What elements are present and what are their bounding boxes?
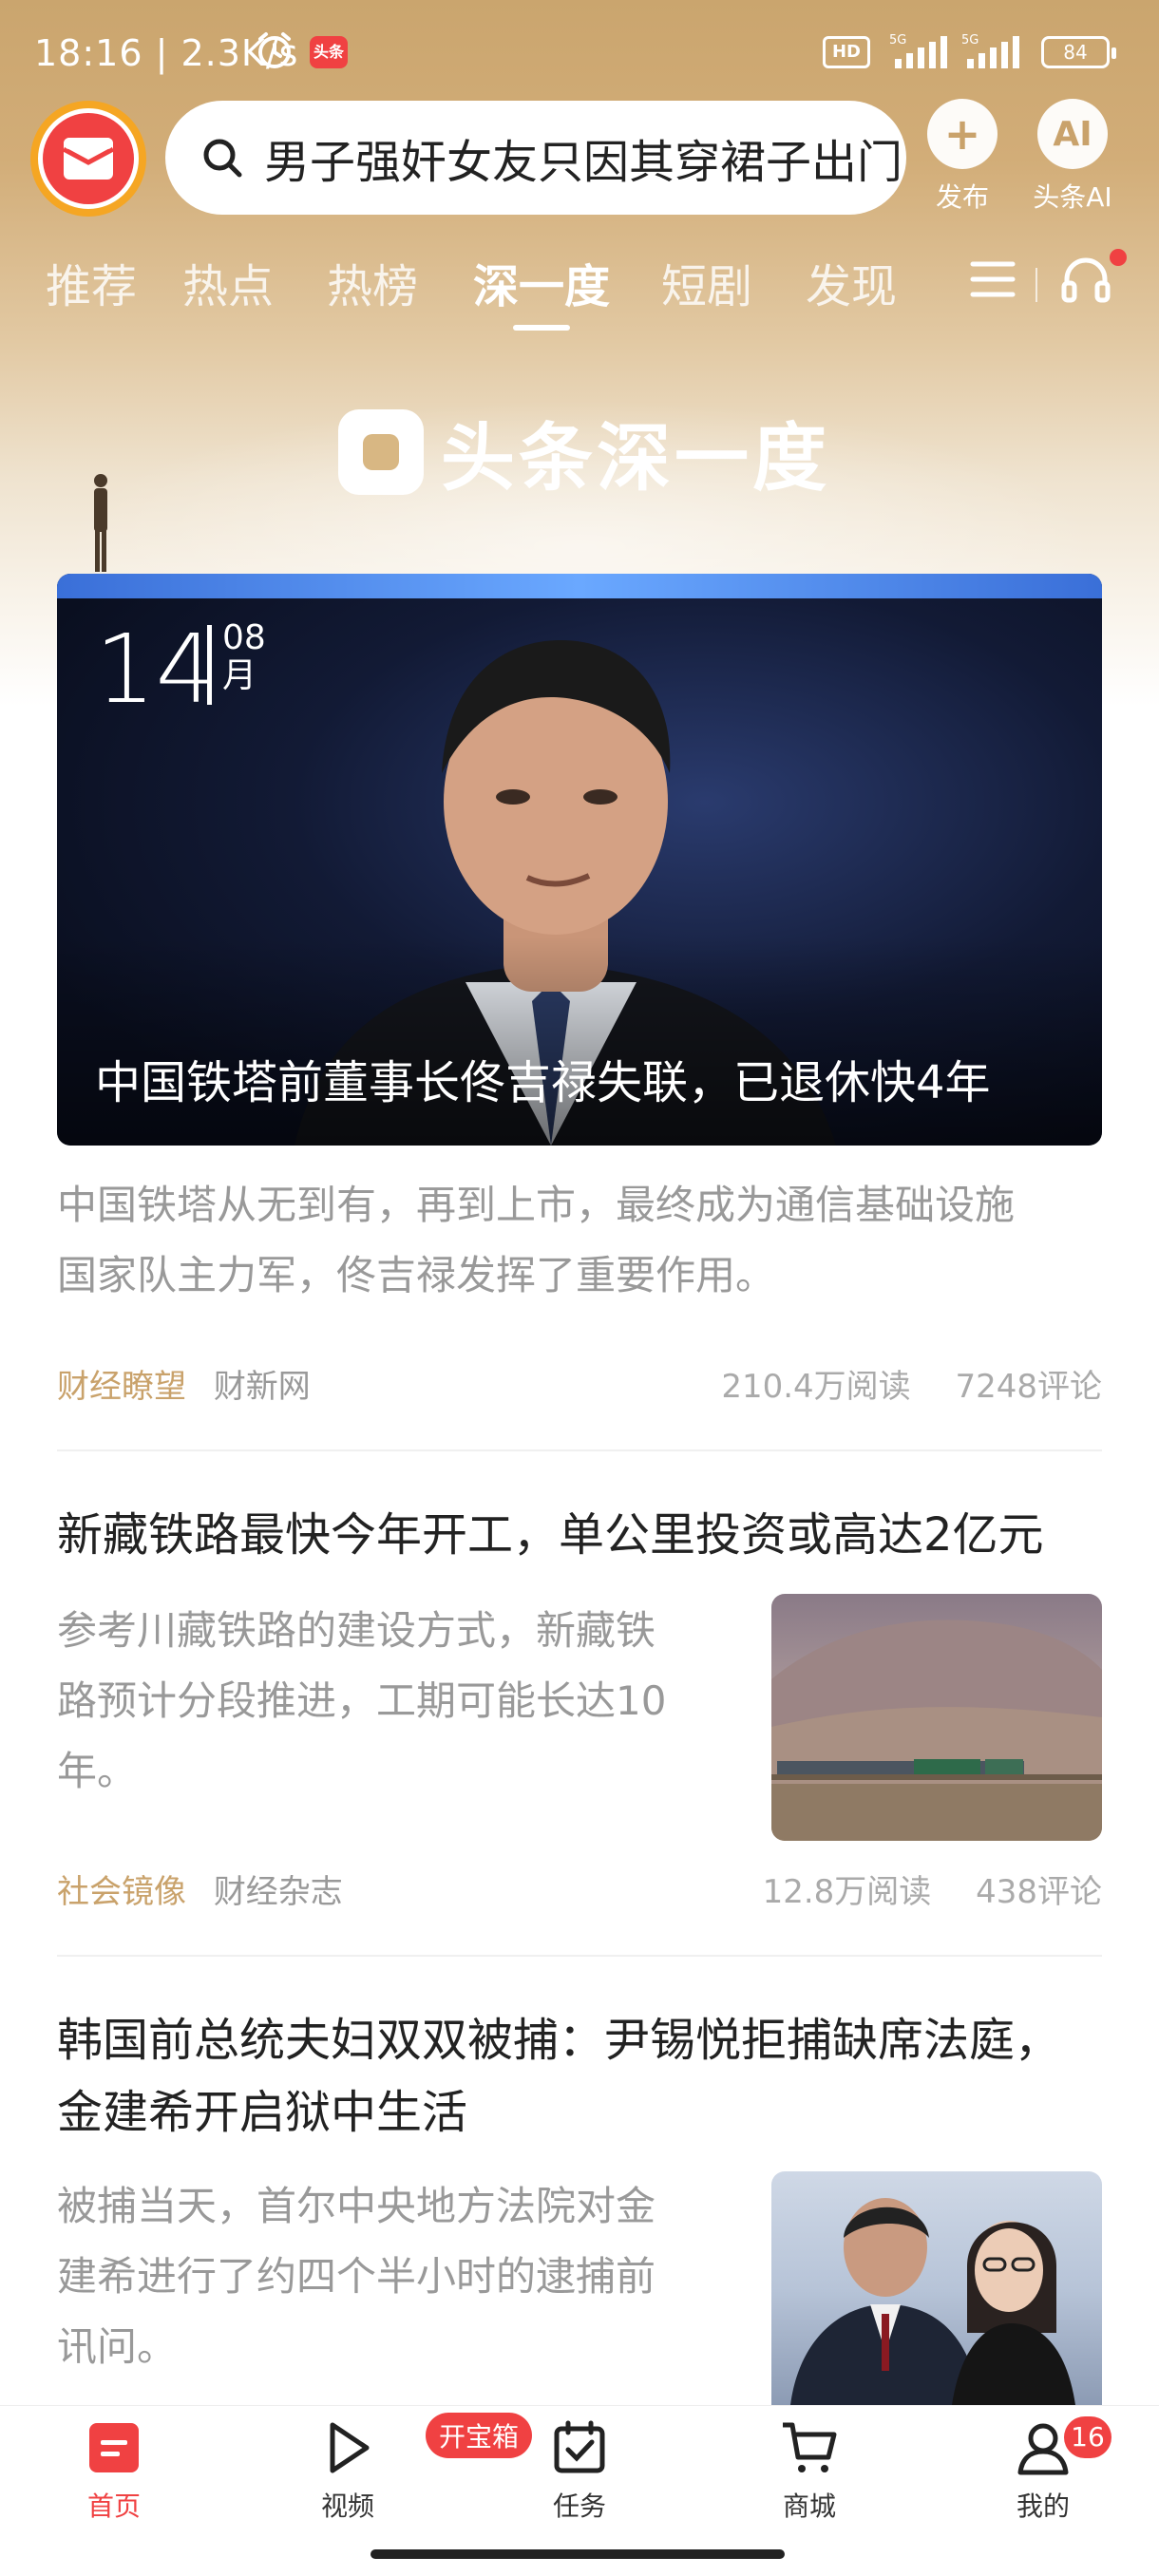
comment-count: 438评论 [976,1873,1102,1911]
home-icon [89,2423,139,2472]
nav-mine-label: 我的 [1016,2491,1070,2522]
notification-dot [1110,249,1127,266]
battery-icon: 84 [1041,36,1116,68]
summary-line: 路预计分段推进，工期可能长达10 [57,1677,667,1724]
tab-short-drama[interactable]: 短剧 [661,249,752,315]
date-month-number: 08 [222,618,266,657]
publish-label: 发布 [935,181,989,213]
deep-logo-icon [338,409,424,495]
search-icon [203,139,242,178]
task-check-icon [554,2420,605,2473]
tab-divider [1036,268,1037,302]
banner-title: 头条深一度 [441,416,831,502]
ai-icon: AI [1037,99,1108,169]
hero-caption: 中国铁塔前董事长佟吉禄失联，已退休快4年 [95,1056,991,1109]
date-separator [207,625,212,705]
comment-count: 7248评论 [955,1368,1102,1406]
summary-line: 建希进行了约四个半小时的逮捕前 [57,2253,656,2300]
tab-hot[interactable]: 热点 [182,249,274,315]
mine-notification-badge: 16 [1064,2416,1112,2458]
tab-discover[interactable]: 发现 [806,249,897,315]
signal-icon-1: 5G [889,33,947,68]
tab-deep[interactable]: 深一度 [473,249,610,315]
title-line: 金建希开启狱中生活 [57,2086,468,2139]
article-3-summary[interactable]: 被捕当天，首尔中央地方法院对金 建希进行了约四个半小时的逮捕前 讯问。 [57,2171,722,2382]
article-divider [57,1449,1102,1451]
summary-line: 国家队主力军，佟吉禄发挥了重要作用。 [57,1252,776,1298]
date-month: 08 月 [222,619,266,695]
summary-line: 被捕当天，首尔中央地方法院对金 [57,2183,656,2229]
couple-photo [790,2198,1075,2405]
article-category[interactable]: 财经瞭望 [57,1368,186,1406]
hd-icon: HD [823,36,870,68]
user-icon [1017,2423,1069,2475]
article-source[interactable]: 财经杂志 [214,1873,343,1911]
tab-recommend[interactable]: 推荐 [46,249,137,315]
red-envelope-icon [43,113,134,204]
toutiao-logo-button[interactable] [30,101,146,217]
article-divider [57,1955,1102,1957]
title-line: 韩国前总统夫妇双双被捕：尹锡悦拒捕缺席法庭， [57,2014,1061,2067]
nav-task[interactable]: 任务 [513,2419,646,2524]
summary-line: 年。 [57,1748,138,1794]
article-1-stats: 210.4万阅读 7248评论 [721,1360,1102,1407]
nav-mall-label: 商城 [782,2491,836,2522]
shopping-cart-icon [783,2422,837,2472]
article-2-summary[interactable]: 参考川藏铁路的建设方式，新藏铁 路预计分段推进，工期可能长达10 年。 [57,1596,722,1807]
headphone-icon[interactable] [1059,253,1112,306]
tab-hot-list[interactable]: 热榜 [327,249,418,315]
toutiao-ai-button[interactable]: AI 头条AI [1020,99,1125,215]
hero-shade [57,937,1102,1146]
toutiao-notification-icon: 头条 [310,36,348,68]
svg-text:5G: 5G [889,33,906,47]
search-input[interactable]: 男子强奸女友只因其穿裙子出门 [165,101,906,215]
nav-video-label: 视频 [320,2491,374,2522]
summary-line: 讯问。 [57,2323,178,2370]
article-2-thumbnail[interactable] [771,1594,1102,1841]
article-2-meta: 社会镜像 财经杂志 [57,1866,343,1912]
article-source[interactable]: 财新网 [214,1368,311,1406]
active-tab-indicator [513,325,570,331]
publish-button[interactable]: + 发布 [910,99,1015,215]
date-day: 14 [95,614,217,725]
home-indicator[interactable] [370,2549,785,2559]
article-1-summary[interactable]: 中国铁塔从无到有，再到上市，最终成为通信基础设施 国家队主力军，佟吉禄发挥了重要… [57,1170,1102,1311]
alarm-icon [258,32,291,68]
article-3-thumbnail[interactable] [771,2171,1102,2405]
nav-mall[interactable]: 商城 [743,2419,876,2524]
signal-icon-2: 5G [961,33,1019,68]
nav-home[interactable]: 首页 [48,2419,180,2524]
train-photo [771,1619,1102,1841]
statue-illustration [94,474,107,572]
treasure-box-badge[interactable]: 开宝箱 [426,2413,533,2458]
article-category[interactable]: 社会镜像 [57,1873,186,1911]
ai-label: 头条AI [1033,181,1112,213]
plus-icon: + [927,99,998,169]
deep-banner: 头条深一度 [338,399,830,505]
menu-icon[interactable] [969,258,1016,300]
hero-article-card[interactable]: 14 08 月 中国铁塔前董事长佟吉禄失联，已退休快4年 [57,574,1102,1146]
status-bar: 18:16 | 2.3K/s 头条 HD 5G 5G 84 [0,0,1159,104]
summary-line: 中国铁塔从无到有，再到上市，最终成为通信基础设施 [57,1182,1016,1228]
article-2-stats: 12.8万阅读 438评论 [763,1866,1102,1912]
search-placeholder: 男子强奸女友只因其穿裙子出门 [264,136,903,189]
nav-task-label: 任务 [552,2491,606,2522]
nav-video[interactable]: 视频 [281,2419,414,2524]
date-month-char: 月 [222,656,257,695]
title-line: 新藏铁路最快今年开工，单公里投资或高达2亿元 [57,1508,1044,1562]
article-1-meta: 财经瞭望 财新网 [57,1360,311,1407]
nav-home-label: 首页 [86,2491,141,2522]
play-icon [330,2422,370,2473]
read-count: 210.4万阅读 [721,1368,911,1406]
svg-text:5G: 5G [961,33,978,47]
article-2-title[interactable]: 新藏铁路最快今年开工，单公里投资或高达2亿元 [57,1499,1112,1571]
summary-line: 参考川藏铁路的建设方式，新藏铁 [57,1607,656,1654]
article-3-title[interactable]: 韩国前总统夫妇双双被捕：尹锡悦拒捕缺席法庭， 金建希开启狱中生活 [57,2004,1112,2149]
read-count: 12.8万阅读 [762,1873,932,1911]
